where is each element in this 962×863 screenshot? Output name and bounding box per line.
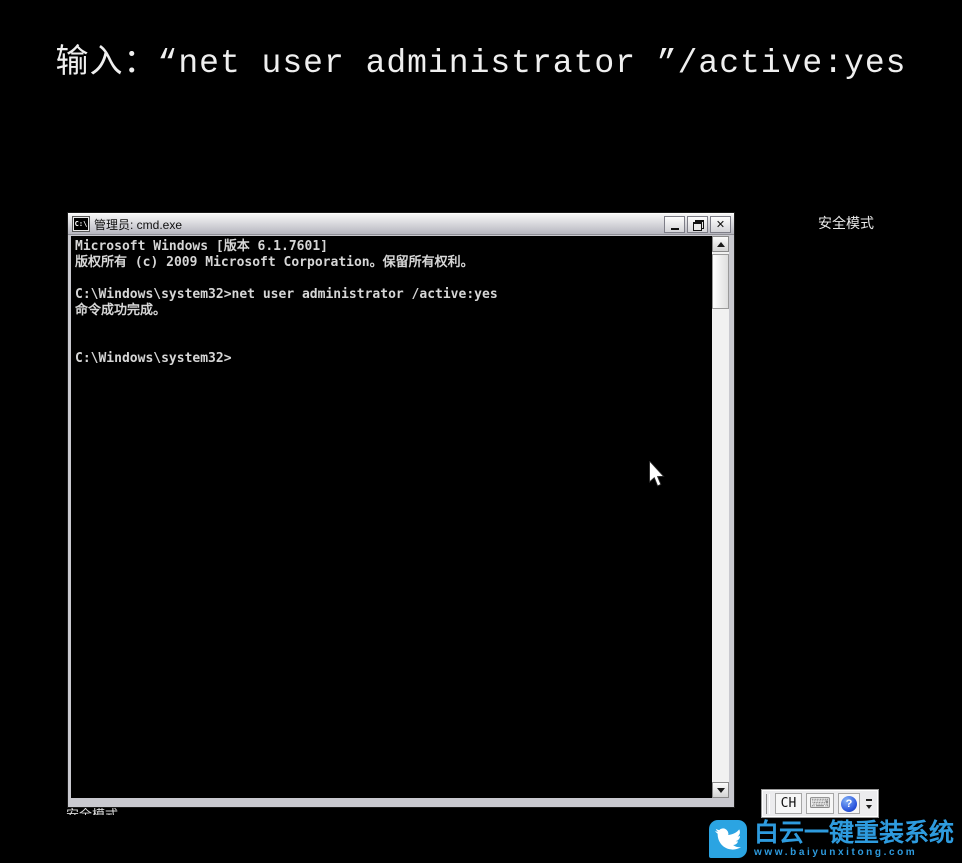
cmd-icon: C:\: [73, 217, 89, 231]
scroll-down-button[interactable]: [712, 782, 729, 798]
watermark: 白云一键重装系统 www.baiyunxitong.com: [709, 820, 954, 858]
arrow-down-icon: [717, 788, 725, 797]
close-button[interactable]: ✕: [710, 216, 731, 233]
close-icon: ✕: [716, 219, 725, 230]
watermark-text: 白云一键重装系统 www.baiyunxitong.com: [754, 820, 954, 858]
brand-url: www.baiyunxitong.com: [754, 847, 954, 858]
input-language-button[interactable]: CH: [775, 793, 802, 814]
mouse-cursor-icon: [648, 461, 666, 493]
minimize-icon: [671, 228, 679, 230]
language-bar-gripper[interactable]: [766, 794, 770, 814]
console-text: Microsoft Windows [版本 6.1.7601] 版权所有 (c)…: [75, 239, 712, 367]
language-bar: CH ⌨ ?: [762, 790, 878, 817]
minimize-button[interactable]: [664, 216, 685, 233]
safe-mode-label-top-right: 安全模式: [818, 213, 874, 233]
scrollbar-thumb[interactable]: [712, 254, 729, 309]
console-area[interactable]: Microsoft Windows [版本 6.1.7601] 版权所有 (c)…: [71, 236, 712, 798]
help-icon: ?: [841, 796, 857, 812]
restore-button[interactable]: [687, 216, 708, 233]
bird-icon: [715, 826, 741, 852]
brand-name: 白云一键重装系统: [754, 820, 954, 847]
options-bar-icon: [866, 799, 872, 801]
scrollbar-track[interactable]: [712, 309, 729, 782]
help-button[interactable]: ?: [838, 793, 860, 814]
scroll-up-button[interactable]: [712, 236, 729, 252]
brand-logo: [709, 820, 747, 858]
vertical-scrollbar[interactable]: [712, 236, 729, 798]
cmd-title-bar[interactable]: C:\ 管理员: cmd.exe ✕: [68, 213, 734, 235]
page-title: 输入：“net user administrator ”/active:yes: [0, 34, 962, 82]
cmd-window: C:\ 管理员: cmd.exe ✕ Microsoft Windows [版本…: [68, 213, 734, 807]
arrow-up-icon: [717, 238, 725, 247]
restore-icon: [693, 220, 702, 228]
language-bar-options-button[interactable]: [862, 793, 875, 814]
safe-mode-label-bottom-left: 安全模式: [66, 807, 118, 815]
chevron-down-icon: [866, 805, 872, 812]
window-title: 管理员: cmd.exe: [94, 216, 662, 233]
keyboard-layout-button[interactable]: ⌨: [806, 793, 834, 814]
keyboard-icon: ⌨: [809, 796, 831, 811]
cmd-frame: Microsoft Windows [版本 6.1.7601] 版权所有 (c)…: [71, 236, 729, 798]
